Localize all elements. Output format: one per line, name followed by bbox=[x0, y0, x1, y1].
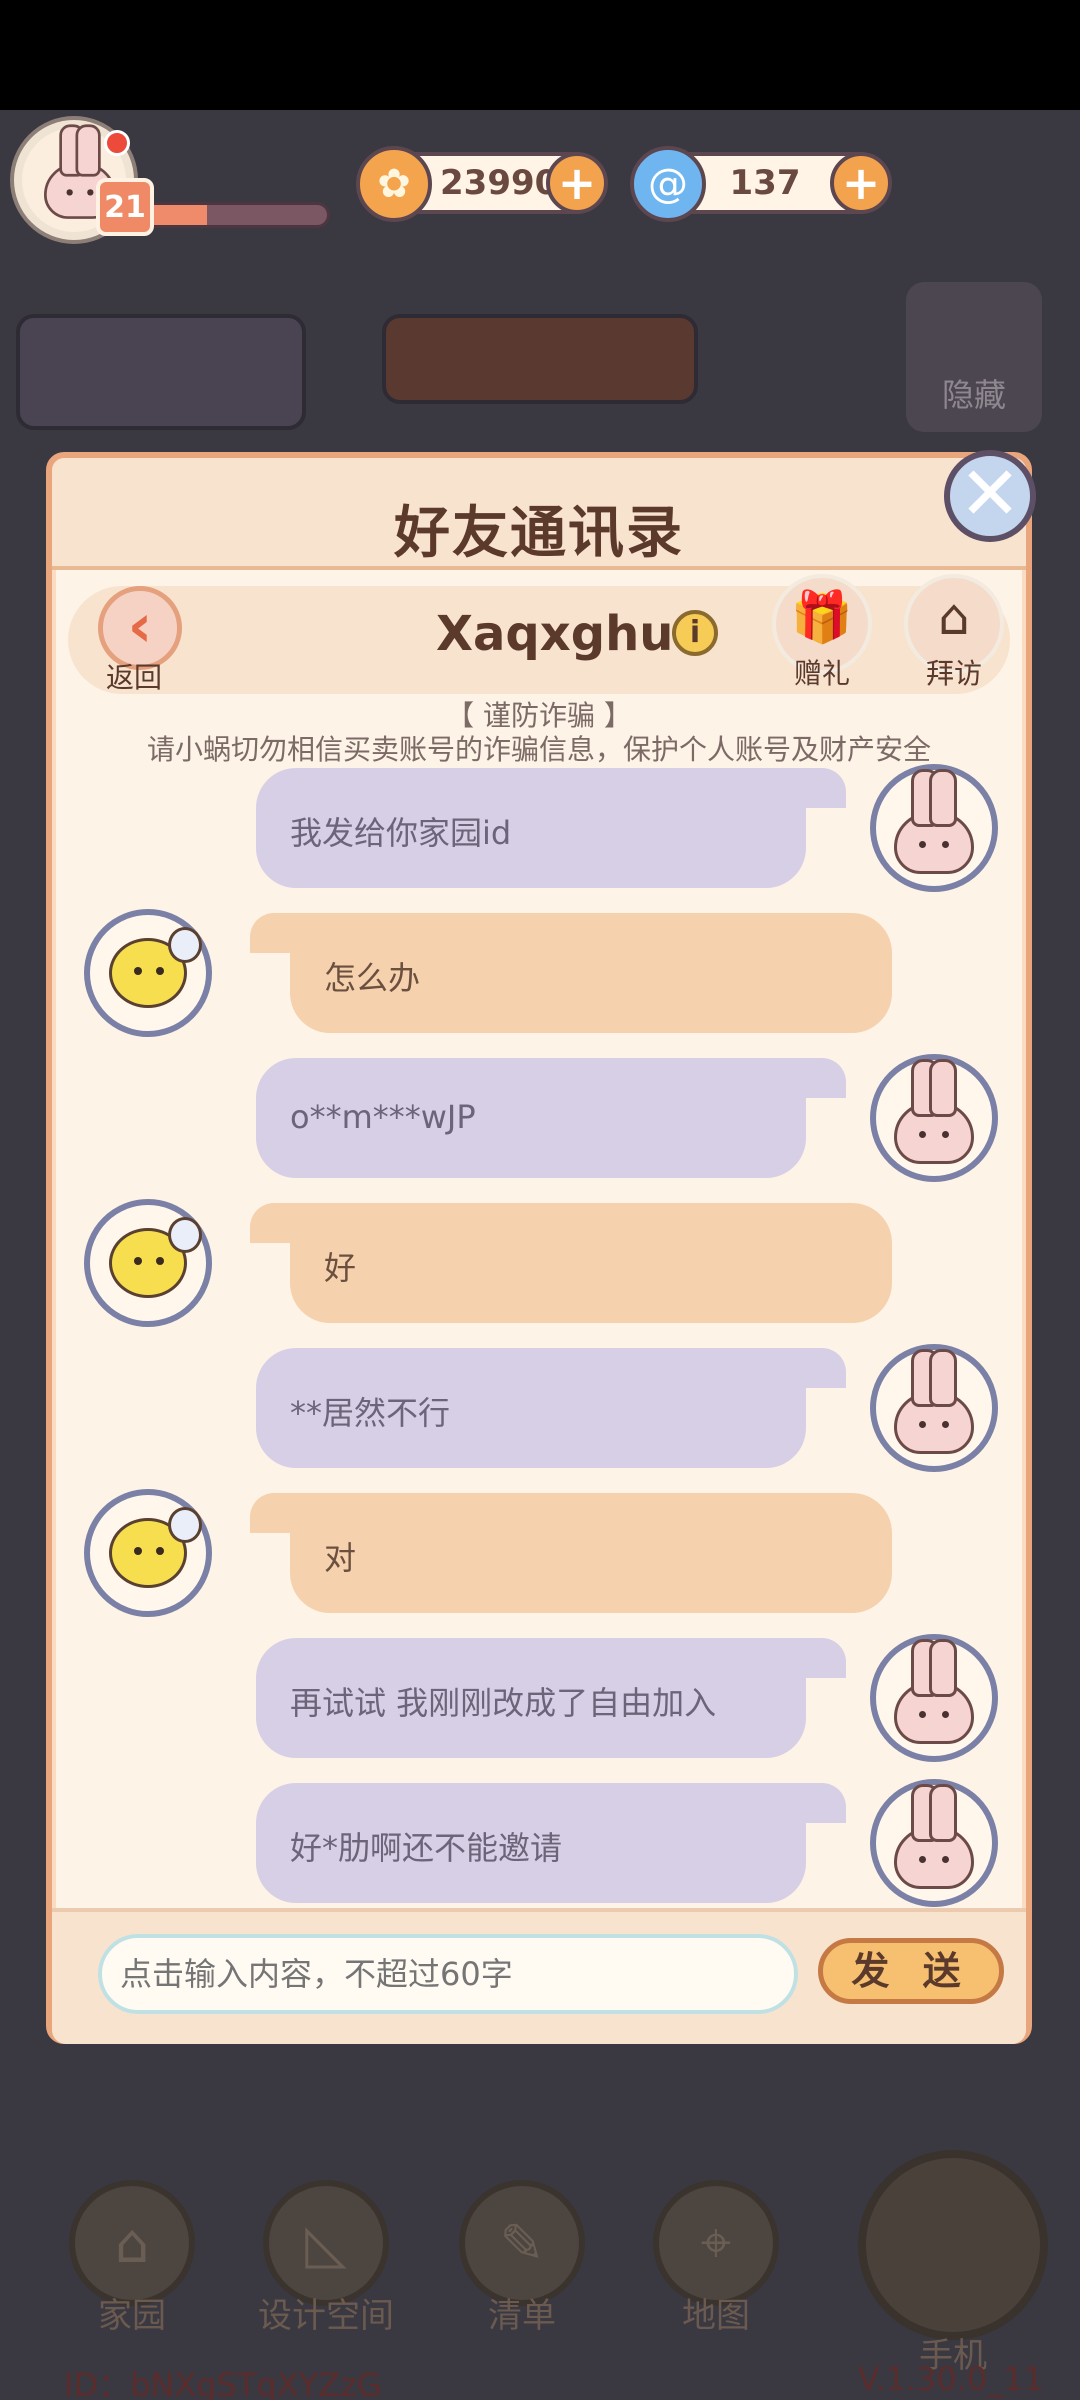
nav-home-label: 家园 bbox=[98, 2296, 166, 2336]
bee-icon bbox=[109, 1217, 202, 1298]
nav-map[interactable]: ⌖ 地图 bbox=[646, 2180, 786, 2337]
player-id: ID：bNXgSTqXYZzG bbox=[64, 2366, 382, 2400]
coin-value: 23990 bbox=[440, 163, 559, 203]
message-row: 我发给你家园id bbox=[52, 764, 1026, 892]
gem-value: 137 bbox=[729, 163, 801, 203]
gem-counter: @ 137 + bbox=[630, 146, 892, 222]
hide-label: 隐藏 bbox=[941, 376, 1006, 414]
house-icon: ⌂ bbox=[938, 588, 970, 646]
friend-bee-avatar[interactable] bbox=[84, 1489, 212, 1617]
friend-bee-avatar[interactable] bbox=[84, 909, 212, 1037]
nav-list[interactable]: ✎ 清单 bbox=[452, 2180, 592, 2337]
bunny-icon bbox=[894, 1349, 974, 1454]
visit-label: 拜访 bbox=[925, 657, 982, 690]
message-bubble[interactable]: o**m***wJP bbox=[256, 1058, 846, 1178]
message-bubble[interactable]: 怎么办 bbox=[250, 913, 892, 1033]
close-button[interactable]: ✕ bbox=[944, 450, 1036, 542]
message-bubble[interactable]: 好*肋啊还不能邀请 bbox=[256, 1783, 846, 1903]
hide-button: 隐藏 bbox=[906, 282, 1042, 432]
message-row: 对 bbox=[52, 1489, 1026, 1617]
nav-map-label: 地图 bbox=[682, 2296, 750, 2336]
xp-bar bbox=[140, 202, 330, 228]
nav-design-space[interactable]: ◺ 设计空间 bbox=[256, 2180, 396, 2337]
nav-design-label: 设计空间 bbox=[258, 2296, 394, 2336]
bee-icon bbox=[109, 927, 202, 1008]
visit-button[interactable]: ⌂ 拜访 bbox=[904, 574, 1004, 690]
background-banner bbox=[382, 314, 698, 404]
gift-label: 赠礼 bbox=[793, 657, 850, 690]
swirl-gem-icon: @ bbox=[630, 146, 706, 222]
message-bubble[interactable]: 好 bbox=[250, 1203, 892, 1323]
send-button[interactable]: 发 送 bbox=[818, 1938, 1004, 2004]
version-label: V.1.30.0_11 bbox=[857, 2360, 1044, 2398]
friend-bee-avatar[interactable] bbox=[84, 1199, 212, 1327]
message-row: o**m***wJP bbox=[52, 1054, 1026, 1182]
top-hud: 21 ✿ 23990 + @ 137 + bbox=[0, 110, 1080, 260]
message-row: 怎么办 bbox=[52, 909, 1026, 1037]
nav-list-label: 清单 bbox=[488, 2296, 556, 2336]
gift-icon: 🎁 bbox=[790, 588, 854, 646]
add-gems-button[interactable]: + bbox=[830, 152, 892, 214]
level-badge: 21 bbox=[96, 178, 154, 236]
friend-bar: ‹ 返回 Xaqxghu i 🎁 赠礼 ⌂ 拜访 bbox=[68, 574, 1010, 696]
bunny-icon bbox=[894, 1784, 974, 1889]
message-row: **居然不行 bbox=[52, 1344, 1026, 1472]
message-input[interactable] bbox=[98, 1934, 798, 2014]
info-icon[interactable]: i bbox=[672, 610, 718, 656]
background-event-card bbox=[16, 314, 306, 430]
coin-icon: ✿ bbox=[356, 146, 432, 222]
bunny-icon bbox=[894, 769, 974, 874]
status-bar bbox=[0, 0, 1080, 110]
message-row: 再试试 我刚刚改成了自由加入 bbox=[52, 1634, 1026, 1762]
my-bunny-avatar[interactable] bbox=[870, 1634, 998, 1762]
message-bubble[interactable]: 再试试 我刚刚改成了自由加入 bbox=[256, 1638, 846, 1758]
bunny-icon bbox=[894, 1639, 974, 1744]
my-bunny-avatar[interactable] bbox=[870, 764, 998, 892]
input-bar: 发 送 bbox=[52, 1908, 1026, 2044]
fraud-notice-text: 请小蜗切勿相信买卖账号的诈骗信息，保护个人账号及财产安全 bbox=[146, 733, 931, 766]
nav-home[interactable]: ⌂ 家园 bbox=[62, 2180, 202, 2337]
coin-counter: ✿ 23990 + bbox=[356, 146, 608, 222]
message-bubble[interactable]: 我发给你家园id bbox=[256, 768, 846, 888]
gift-button[interactable]: 🎁 赠礼 bbox=[772, 574, 872, 690]
dialog-title: 好友通讯录 bbox=[394, 501, 684, 566]
dialog-header: 好友通讯录 bbox=[52, 458, 1026, 570]
my-bunny-avatar[interactable] bbox=[870, 1054, 998, 1182]
bee-icon bbox=[109, 1507, 202, 1588]
message-row: 好*肋啊还不能邀请 bbox=[52, 1779, 1026, 1907]
nav-phone[interactable]: 手机 bbox=[858, 2150, 1048, 2376]
my-bunny-avatar[interactable] bbox=[870, 1779, 998, 1907]
friend-name: Xaqxghu bbox=[436, 606, 674, 662]
message-row: 好 bbox=[52, 1199, 1026, 1327]
add-coins-button[interactable]: + bbox=[546, 152, 608, 214]
bunny-icon bbox=[894, 1059, 974, 1164]
back-label[interactable]: 返回 bbox=[106, 656, 162, 696]
my-bunny-avatar[interactable] bbox=[870, 1344, 998, 1472]
message-bubble[interactable]: 对 bbox=[250, 1493, 892, 1613]
notification-dot bbox=[104, 130, 130, 156]
message-bubble[interactable]: **居然不行 bbox=[256, 1348, 846, 1468]
friend-contacts-dialog: 好友通讯录 ‹ 返回 Xaqxghu i 🎁 赠礼 ⌂ 拜访 【 谨防诈骗 】 … bbox=[46, 452, 1032, 2044]
